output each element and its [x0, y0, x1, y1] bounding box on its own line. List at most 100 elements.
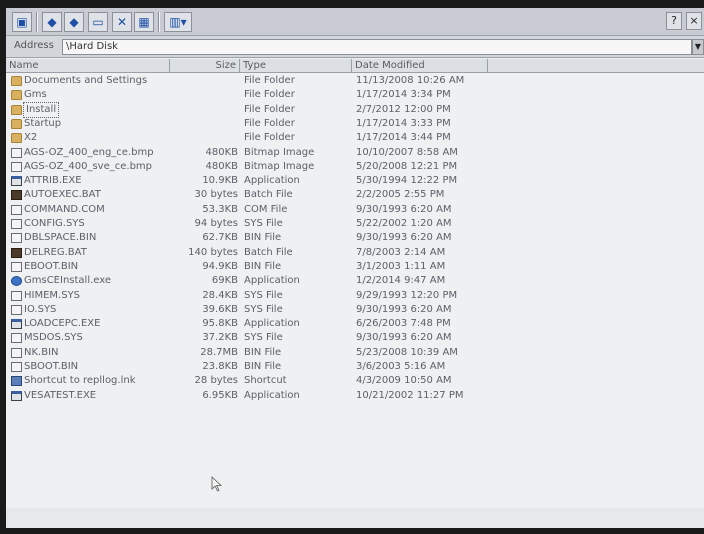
file-type: File Folder: [244, 89, 295, 101]
column-type[interactable]: Type: [240, 59, 352, 73]
file-row[interactable]: DELREG.BAT 140 bytes Batch File 7/8/2003 2:…: [6, 246, 704, 260]
file-row[interactable]: LOADCEPC.EXE 95.8KB Application 6/26/2003 7…: [6, 317, 704, 331]
file-size: 6.95KB: [202, 389, 238, 401]
file-row[interactable]: Startup File Folder 1/17/2014 3:33 PM: [6, 117, 704, 131]
file-row[interactable]: SBOOT.BIN 23.8KB BIN File 3/6/2003 5:16 AM: [6, 360, 704, 374]
file-type: SYS File: [244, 332, 283, 344]
file-date-modified: 2/2/2005 2:55 PM: [356, 189, 445, 201]
file-type: File Folder: [244, 75, 295, 86]
file-date-modified: 9/30/1993 6:20 AM: [356, 232, 452, 244]
column-header: Name Size Type Date Modified: [6, 59, 704, 73]
file-name: LOADCEPC.EXE: [24, 318, 101, 330]
file-type: File Folder: [244, 103, 295, 115]
file-name: COMMAND.COM: [24, 203, 105, 215]
file-row[interactable]: Documents and Settings File Folder 11/13/2…: [6, 74, 704, 88]
file-row[interactable]: Gms File Folder 1/17/2014 3:34 PM: [6, 88, 704, 102]
file-date-modified: 7/8/2003 2:14 AM: [356, 246, 446, 258]
file-row[interactable]: NK.BIN 28.7MB BIN File 5/23/2008 10:39 AM: [6, 346, 704, 360]
delete-icon[interactable]: ✕: [112, 12, 132, 32]
file-name: SBOOT.BIN: [24, 361, 79, 372]
mouse-cursor-icon: [211, 476, 223, 492]
file-row[interactable]: MSDOS.SYS 37.2KB SYS File 9/30/1993 6:20 AM: [6, 331, 704, 345]
file-name: CONFIG.SYS: [24, 218, 85, 229]
up-folder-icon[interactable]: ▭: [88, 12, 108, 32]
file-row[interactable]: IO.SYS 39.6KB SYS File 9/30/1993 6:20 AM: [6, 303, 704, 317]
column-date-modified[interactable]: Date Modified: [352, 59, 488, 73]
views-icon[interactable]: ▥▾: [164, 12, 192, 32]
file-size: 94.9KB: [202, 260, 238, 272]
file-name: VESATEST.EXE: [24, 389, 97, 401]
file-row[interactable]: Install File Folder 2/7/2012 12:00 PM: [6, 101, 704, 118]
column-size[interactable]: Size: [170, 59, 240, 73]
file-row[interactable]: AGS-OZ_400_sve_ce.bmp 480KB Bitmap Image 5/…: [6, 160, 704, 174]
file-size: 62.7KB: [202, 232, 238, 244]
file-name: AGS-OZ_400_eng_ce.bmp: [24, 146, 154, 158]
file-date-modified: 9/30/1993 6:20 AM: [356, 203, 452, 215]
file-date-modified: 5/30/1994 12:22 PM: [356, 175, 458, 187]
file-icon: [11, 261, 22, 272]
file-size: 28.4KB: [202, 289, 238, 301]
file-row[interactable]: AUTOEXEC.BAT 30 bytes Batch File 2/2/2005 2…: [6, 188, 704, 202]
file-type: File Folder: [244, 132, 295, 144]
file-size: 23.8KB: [202, 361, 238, 372]
file-row[interactable]: ATTRIB.EXE 10.9KB Application 5/30/1994 12:…: [6, 174, 704, 188]
file-type: Bitmap Image: [244, 160, 315, 172]
file-size: 94 bytes: [194, 218, 238, 229]
file-size: 480KB: [205, 160, 238, 172]
close-button[interactable]: ×: [686, 12, 702, 30]
file-row[interactable]: COMMAND.COM 53.3KB COM File 9/30/1993 6:20 …: [6, 203, 704, 217]
file-name: Startup: [24, 117, 62, 129]
file-row[interactable]: Shortcut to repllog.lnk 28 bytes Shortcut 4…: [6, 374, 704, 388]
file-row[interactable]: AGS-OZ_400_eng_ce.bmp 480KB Bitmap Image 10…: [6, 146, 704, 160]
file-size: 30 bytes: [194, 189, 238, 201]
properties-icon[interactable]: ▦: [134, 12, 154, 32]
forward-icon[interactable]: ◆: [64, 12, 84, 32]
file-size: 95.8KB: [202, 318, 238, 330]
file-icon: [11, 333, 22, 344]
file-row[interactable]: CONFIG.SYS 94 bytes SYS File 5/22/2002 1:20…: [6, 217, 704, 231]
app-icon: [11, 390, 22, 401]
file-explorer-window: ▣ ◆ ◆ ▭ ✕ ▦ ▥▾ ? × Address \Hard Disk ▼ …: [6, 8, 704, 528]
file-icon: [11, 347, 22, 358]
batch-icon: [11, 190, 22, 201]
file-icon: [11, 204, 22, 215]
file-size: 480KB: [205, 146, 238, 158]
file-date-modified: 5/20/2008 12:21 PM: [356, 160, 458, 172]
file-name: ATTRIB.EXE: [24, 175, 82, 187]
app-icon: [11, 176, 22, 187]
file-date-modified: 9/30/1993 6:20 AM: [356, 303, 452, 315]
file-icon: [11, 304, 22, 315]
file-date-modified: 11/13/2008 10:26 AM: [356, 75, 465, 86]
column-name[interactable]: Name: [6, 59, 170, 73]
file-size: 69KB: [211, 275, 238, 287]
file-type: BIN File: [244, 346, 282, 358]
help-button[interactable]: ?: [666, 12, 682, 30]
file-name: DELREG.BAT: [24, 246, 87, 258]
file-row[interactable]: VESATEST.EXE 6.95KB Application 10/21/2002 …: [6, 389, 704, 403]
file-name: AGS-OZ_400_sve_ce.bmp: [24, 160, 153, 172]
file-icon: [11, 161, 22, 172]
file-name: Shortcut to repllog.lnk: [24, 375, 136, 387]
file-name: Install: [22, 101, 60, 118]
file-icon: [11, 147, 22, 158]
file-size: 28.7MB: [200, 346, 238, 358]
file-date-modified: 6/26/2003 7:48 PM: [356, 318, 451, 330]
folder-icon: [11, 118, 22, 129]
back-icon[interactable]: ◆: [42, 12, 62, 32]
address-dropdown-icon[interactable]: ▼: [692, 39, 704, 55]
address-input[interactable]: \Hard Disk: [62, 39, 692, 55]
file-date-modified: 10/10/2007 8:58 AM: [356, 146, 458, 158]
file-row[interactable]: EBOOT.BIN 94.9KB BIN File 3/1/2003 1:11 AM: [6, 260, 704, 274]
app-icon: [11, 319, 22, 330]
file-icon: [11, 290, 22, 301]
file-row[interactable]: HIMEM.SYS 28.4KB SYS File 9/29/1993 12:20 P…: [6, 289, 704, 303]
file-name: Gms: [24, 89, 47, 101]
explorer-app-icon[interactable]: ▣: [12, 12, 32, 32]
file-date-modified: 1/2/2014 9:47 AM: [356, 275, 446, 287]
file-type: BIN File: [244, 260, 282, 272]
file-row[interactable]: DBLSPACE.BIN 62.7KB BIN File 9/30/1993 6:20…: [6, 231, 704, 245]
file-row[interactable]: GmsCEInstall.exe 69KB Application 1/2/2014 …: [6, 274, 704, 288]
file-type: Batch File: [244, 189, 293, 201]
toolbar: ▣ ◆ ◆ ▭ ✕ ▦ ▥▾ ? ×: [6, 8, 704, 36]
file-row[interactable]: X2 File Folder 1/17/2014 3:44 PM: [6, 131, 704, 145]
